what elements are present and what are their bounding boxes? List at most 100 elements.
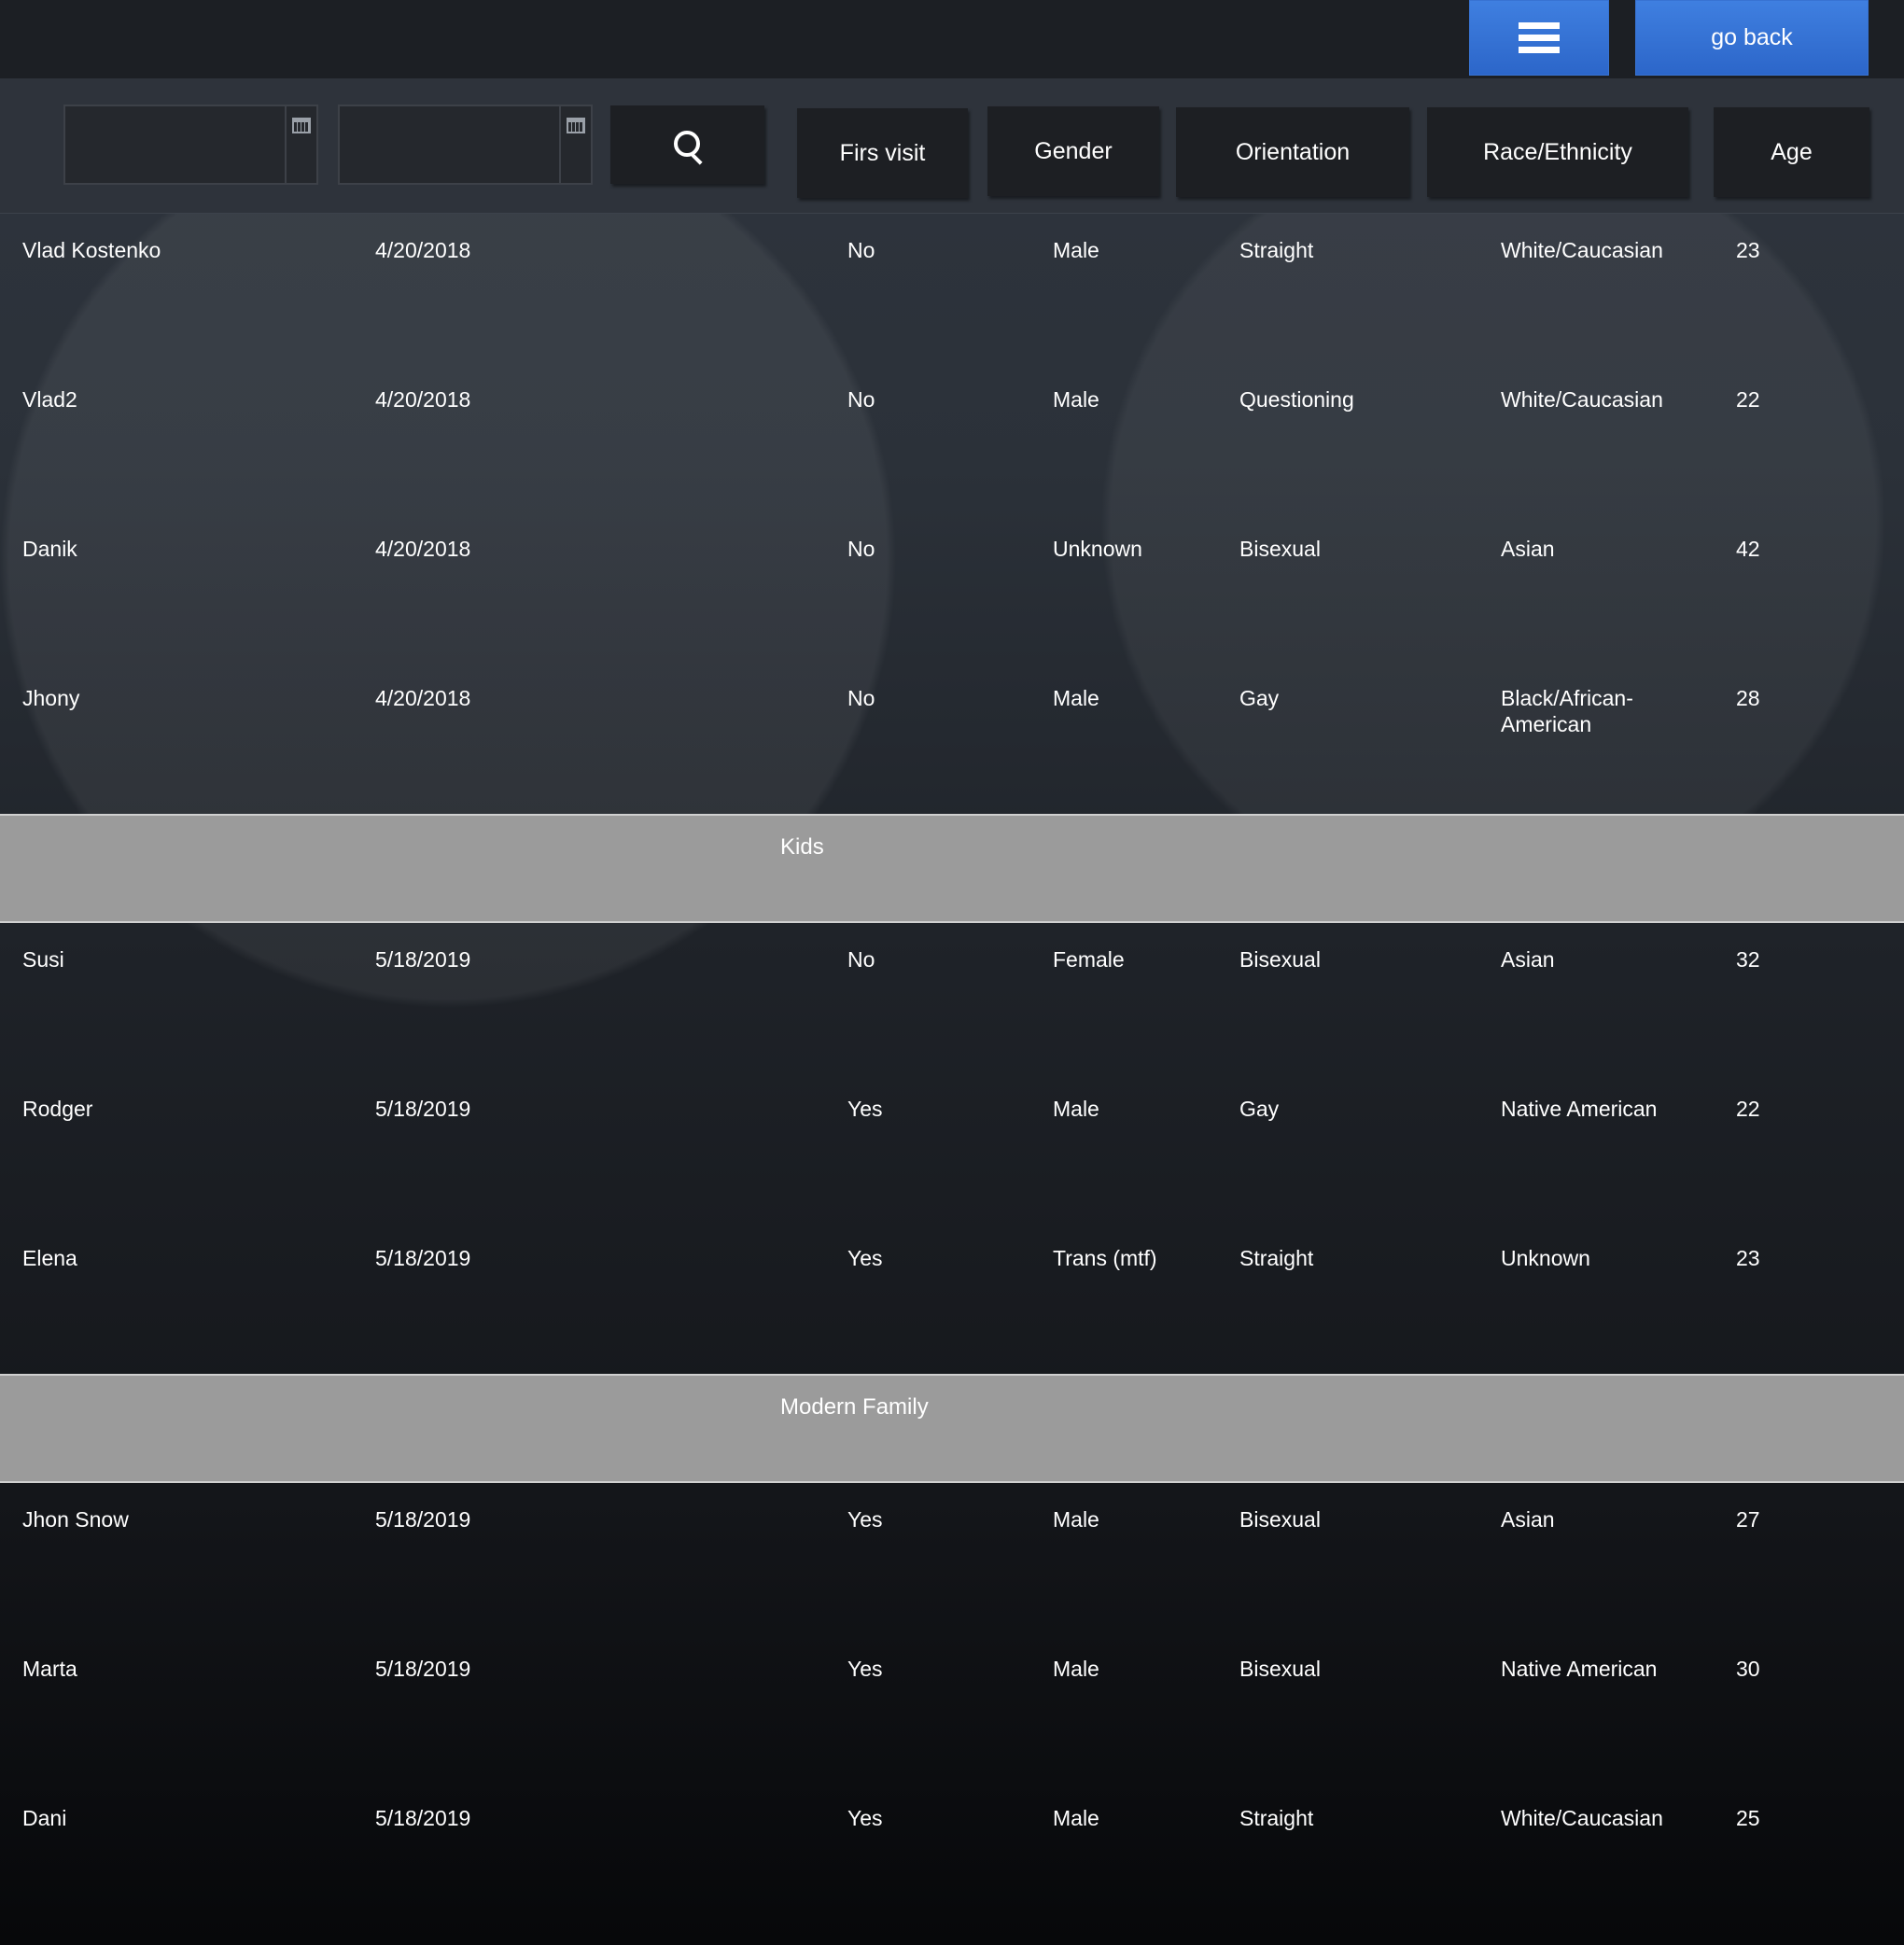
cell-race: Unknown (1501, 1246, 1590, 1270)
cell-name: Jhon Snow (22, 1507, 129, 1532)
cell-orientation: Gay (1239, 1097, 1280, 1121)
cell-gender: Unknown (1053, 537, 1142, 561)
hamburger-icon (1519, 22, 1560, 53)
cell-gender: Male (1053, 1657, 1099, 1681)
date-to-calendar-button[interactable] (559, 106, 591, 183)
cell-age: 23 (1736, 238, 1760, 262)
cell-orientation: Gay (1239, 686, 1280, 710)
column-header-gender[interactable]: Gender (987, 106, 1159, 196)
cell-name: Dani (22, 1806, 67, 1830)
cell-first-visit: Yes (847, 1806, 883, 1830)
cell-name: Marta (22, 1657, 77, 1681)
cell-date: 4/20/2018 (375, 238, 471, 262)
search-icon (673, 131, 703, 165)
cell-date: 4/20/2018 (375, 537, 471, 561)
cell-date: 5/18/2019 (375, 947, 471, 972)
date-to-field[interactable] (338, 105, 593, 185)
cell-date: 5/18/2019 (375, 1097, 471, 1121)
cell-race: Asian (1501, 537, 1555, 561)
cell-gender: Female (1053, 947, 1125, 972)
cell-date: 5/18/2019 (375, 1246, 471, 1270)
cell-age: 27 (1736, 1507, 1760, 1532)
table-row[interactable]: Vlad Kostenko 4/20/2018 No Male Straight… (0, 214, 1904, 363)
cell-age: 32 (1736, 947, 1760, 972)
cell-gender: Male (1053, 686, 1099, 710)
cell-race: Asian (1501, 1507, 1555, 1532)
cell-race: Black/African-American (1501, 686, 1633, 736)
cell-race: Asian (1501, 947, 1555, 972)
group-header-kids: Kids (0, 814, 1904, 923)
cell-age: 23 (1736, 1246, 1760, 1270)
cell-date: 4/20/2018 (375, 686, 471, 710)
group-title: Kids (780, 834, 824, 860)
cell-orientation: Bisexual (1239, 1507, 1321, 1532)
cell-first-visit: No (847, 537, 875, 561)
group-title: Modern Family (780, 1394, 929, 1420)
cell-age: 22 (1736, 387, 1760, 412)
table-row[interactable]: Marta 5/18/2019 Yes Male Bisexual Native… (0, 1632, 1904, 1782)
calendar-icon (567, 118, 585, 133)
cell-age: 42 (1736, 537, 1760, 561)
cell-name: Rodger (22, 1097, 93, 1121)
cell-age: 22 (1736, 1097, 1760, 1121)
cell-orientation: Questioning (1239, 387, 1354, 412)
cell-orientation: Bisexual (1239, 1657, 1321, 1681)
top-bar: go back (0, 0, 1904, 78)
cell-first-visit: Yes (847, 1246, 883, 1270)
cell-gender: Trans (mtf) (1053, 1246, 1157, 1270)
cell-name: Elena (22, 1246, 77, 1270)
cell-first-visit: No (847, 686, 875, 710)
group-header-modern-family: Modern Family (0, 1374, 1904, 1483)
go-back-button[interactable]: go back (1635, 0, 1869, 76)
cell-first-visit: No (847, 387, 875, 412)
cell-name: Vlad2 (22, 387, 77, 412)
column-header-age[interactable]: Age (1714, 107, 1869, 197)
cell-first-visit: Yes (847, 1097, 883, 1121)
cell-race: White/Caucasian (1501, 1806, 1663, 1830)
date-from-calendar-button[interactable] (285, 106, 316, 183)
table-row[interactable]: Danik 4/20/2018 No Unknown Bisexual Asia… (0, 512, 1904, 662)
menu-button[interactable] (1469, 0, 1609, 76)
cell-orientation: Bisexual (1239, 947, 1321, 972)
cell-date: 5/18/2019 (375, 1507, 471, 1532)
table-row[interactable]: Jhony 4/20/2018 No Male Gay Black/Africa… (0, 662, 1904, 811)
calendar-icon (292, 118, 311, 133)
cell-name: Jhony (22, 686, 80, 710)
table-row[interactable]: Dani 5/18/2019 Yes Male Straight White/C… (0, 1782, 1904, 1931)
cell-age: 25 (1736, 1806, 1760, 1830)
date-from-field[interactable] (63, 105, 318, 185)
results-table: Vlad Kostenko 4/20/2018 No Male Straight… (0, 214, 1904, 1931)
table-row[interactable]: Susi 5/18/2019 No Female Bisexual Asian … (0, 923, 1904, 1072)
column-header-orientation[interactable]: Orientation (1176, 107, 1409, 197)
cell-race: White/Caucasian (1501, 387, 1663, 412)
cell-first-visit: Yes (847, 1657, 883, 1681)
cell-race: Native American (1501, 1657, 1658, 1681)
cell-age: 30 (1736, 1657, 1760, 1681)
cell-date: 5/18/2019 (375, 1806, 471, 1830)
cell-race: Native American (1501, 1097, 1658, 1121)
cell-name: Susi (22, 947, 64, 972)
column-header-race-ethnicity[interactable]: Race/Ethnicity (1427, 107, 1688, 197)
cell-orientation: Straight (1239, 238, 1314, 262)
cell-orientation: Straight (1239, 1806, 1314, 1830)
date-from-input[interactable] (65, 106, 285, 183)
cell-first-visit: No (847, 238, 875, 262)
search-button[interactable] (610, 105, 764, 184)
cell-name: Danik (22, 537, 77, 561)
table-row[interactable]: Vlad2 4/20/2018 No Male Questioning Whit… (0, 363, 1904, 512)
cell-gender: Male (1053, 1507, 1099, 1532)
cell-age: 28 (1736, 686, 1760, 710)
cell-gender: Male (1053, 1097, 1099, 1121)
cell-first-visit: No (847, 947, 875, 972)
cell-date: 5/18/2019 (375, 1657, 471, 1681)
column-header-first-visit[interactable]: Firs visit (797, 108, 968, 198)
cell-orientation: Bisexual (1239, 537, 1321, 561)
cell-name: Vlad Kostenko (22, 238, 161, 262)
table-row[interactable]: Rodger 5/18/2019 Yes Male Gay Native Ame… (0, 1072, 1904, 1222)
date-to-input[interactable] (340, 106, 559, 183)
filter-bar: Firs visit Gender Orientation Race/Ethni… (0, 78, 1904, 214)
cell-gender: Male (1053, 1806, 1099, 1830)
table-row[interactable]: Elena 5/18/2019 Yes Trans (mtf) Straight… (0, 1222, 1904, 1371)
table-row[interactable]: Jhon Snow 5/18/2019 Yes Male Bisexual As… (0, 1483, 1904, 1632)
cell-orientation: Straight (1239, 1246, 1314, 1270)
